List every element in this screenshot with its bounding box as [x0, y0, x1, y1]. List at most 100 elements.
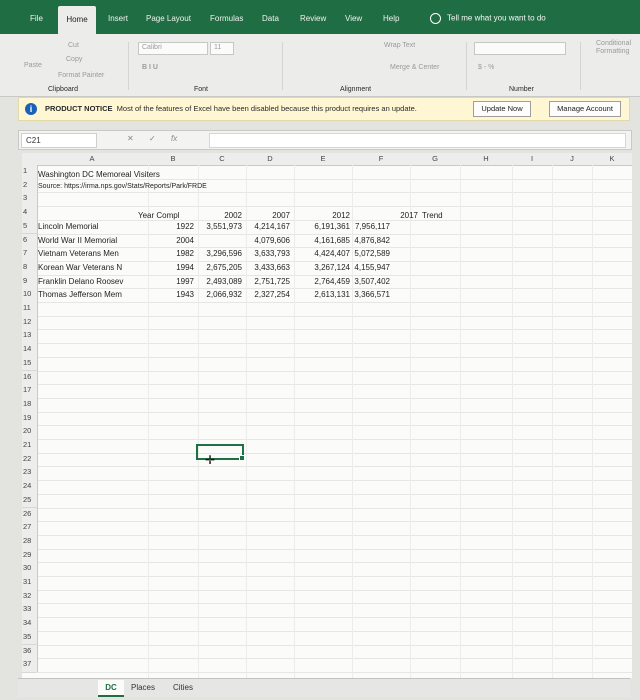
sheet-title-cell[interactable]: Washington DC Memoreal Visiters — [38, 169, 238, 180]
row-header[interactable]: 22 — [22, 452, 38, 468]
data-cell-y2002[interactable]: 2,675,205 — [198, 262, 242, 273]
format-painter-button[interactable]: Format Painter — [58, 72, 104, 79]
tab-page-layout[interactable]: Page Layout — [146, 14, 191, 23]
copy-button[interactable]: Copy — [66, 56, 82, 63]
row-header[interactable]: 9 — [22, 274, 38, 290]
data-cell-y2002[interactable]: 3,551,973 — [198, 221, 242, 232]
tab-view[interactable]: View — [345, 14, 362, 23]
data-cell-name[interactable]: World War II Memorial — [38, 235, 146, 246]
manage-account-button[interactable]: Manage Account — [549, 101, 621, 117]
sheet-tab-dc[interactable]: DC — [98, 680, 124, 697]
row-header[interactable]: 23 — [22, 466, 38, 482]
column-header[interactable]: K — [592, 153, 632, 166]
row-header[interactable]: 33 — [22, 603, 38, 619]
font-name-select[interactable]: Calibri — [138, 42, 208, 55]
column-header[interactable]: J — [552, 153, 593, 166]
data-cell-name[interactable]: Korean War Veterans N — [38, 262, 146, 273]
header-2012-cell[interactable]: 2012 — [294, 210, 350, 221]
cut-button[interactable]: Cut — [68, 42, 79, 49]
row-header[interactable]: 15 — [22, 356, 38, 372]
row-header[interactable]: 14 — [22, 343, 38, 358]
row-header[interactable]: 19 — [22, 411, 38, 427]
merge-center-button[interactable]: Merge & Center — [390, 64, 439, 71]
data-cell-year[interactable]: 1997 — [148, 276, 194, 287]
column-header[interactable]: I — [512, 153, 553, 166]
row-header[interactable]: 2 — [22, 178, 38, 194]
column-header[interactable]: A — [36, 153, 149, 166]
data-cell-y2012[interactable]: 3,267,124 — [294, 262, 350, 273]
column-header[interactable]: B — [148, 153, 199, 166]
column-header[interactable]: E — [294, 153, 353, 166]
row-header[interactable]: 18 — [22, 397, 38, 413]
row-header[interactable]: 5 — [22, 219, 38, 235]
data-cell-y2012[interactable]: 4,424,407 — [294, 248, 350, 259]
data-cell-year[interactable]: 1922 — [148, 221, 194, 232]
number-format-select[interactable] — [474, 42, 566, 55]
tab-insert[interactable]: Insert — [108, 14, 128, 23]
data-cell-y2002[interactable]: 3,296,596 — [198, 248, 242, 259]
tab-review[interactable]: Review — [300, 14, 326, 23]
row-header[interactable]: 13 — [22, 329, 38, 345]
tab-file[interactable]: File — [30, 14, 43, 23]
data-cell-y2007[interactable]: 3,433,663 — [246, 262, 290, 273]
column-header[interactable]: C — [198, 153, 247, 166]
tab-home[interactable]: Home — [58, 6, 96, 34]
row-header[interactable]: 17 — [22, 384, 38, 399]
row-header[interactable]: 7 — [22, 247, 38, 262]
data-cell-y2017[interactable]: 5,072,589 — [352, 248, 390, 259]
data-cell-y2012[interactable]: 2,764,459 — [294, 276, 350, 287]
enter-icon[interactable]: ✓ — [149, 134, 156, 143]
row-header[interactable]: 35 — [22, 630, 38, 646]
data-cell-y2017[interactable]: 3,507,402 — [352, 276, 390, 287]
row-header[interactable]: 32 — [22, 589, 38, 605]
row-header[interactable]: 10 — [22, 288, 38, 303]
row-header[interactable]: 16 — [22, 370, 38, 386]
header-year-cell[interactable]: Year Compl — [138, 210, 196, 221]
data-cell-y2017[interactable]: 4,155,947 — [352, 262, 390, 273]
row-header[interactable]: 37 — [22, 658, 38, 673]
source-cell[interactable]: Source: https://irma.nps.gov/Stats/Repor… — [38, 181, 278, 192]
wrap-text-button[interactable]: Wrap Text — [384, 42, 415, 49]
tab-formulas[interactable]: Formulas — [210, 14, 243, 23]
row-header[interactable]: 31 — [22, 576, 38, 591]
header-2007-cell[interactable]: 2007 — [246, 210, 290, 221]
active-cell-selection[interactable] — [196, 444, 245, 461]
formula-input[interactable] — [209, 133, 626, 148]
data-cell-name[interactable]: Vietnam Veterans Men — [38, 248, 146, 259]
column-header[interactable]: D — [246, 153, 295, 166]
tab-data[interactable]: Data — [262, 14, 279, 23]
data-cell-year[interactable]: 1943 — [148, 289, 194, 300]
data-cell-y2012[interactable]: 4,161,685 — [294, 235, 350, 246]
row-header[interactable]: 3 — [22, 192, 38, 208]
data-cell-y2007[interactable]: 4,079,606 — [246, 235, 290, 246]
data-cell-year[interactable]: 1994 — [148, 262, 194, 273]
insert-function-icon[interactable]: fx — [171, 134, 177, 143]
data-cell-y2007[interactable]: 2,327,254 — [246, 289, 290, 300]
spreadsheet-grid[interactable]: A B C D E F G H I J K 1 2 3 4 5 6 7 8 9 10 11 12 13 1… — [22, 153, 632, 678]
data-cell-y2017[interactable]: 4,876,842 — [352, 235, 390, 246]
row-header[interactable]: 34 — [22, 617, 38, 632]
data-cell-name[interactable]: Franklin Delano Roosev — [38, 276, 146, 287]
paste-button[interactable]: Paste — [24, 62, 42, 69]
row-header[interactable]: 1 — [22, 165, 38, 180]
data-cell-name[interactable]: Thomas Jefferson Mem — [38, 289, 146, 300]
sheet-tab-places[interactable]: Places — [126, 680, 160, 695]
header-2017-cell[interactable]: 2017 — [352, 210, 418, 221]
row-header[interactable]: 11 — [22, 302, 38, 317]
data-cell-y2007[interactable]: 2,751,725 — [246, 276, 290, 287]
column-header[interactable]: H — [460, 153, 513, 166]
row-header[interactable]: 12 — [22, 315, 38, 331]
data-cell-name[interactable]: Lincoln Memorial — [38, 221, 146, 232]
row-header[interactable]: 6 — [22, 233, 38, 249]
row-header[interactable]: 25 — [22, 493, 38, 509]
column-header[interactable]: F — [352, 153, 411, 166]
data-cell-y2007[interactable]: 3,633,793 — [246, 248, 290, 259]
header-2002-cell[interactable]: 2002 — [198, 210, 242, 221]
data-cell-y2017[interactable]: 3,366,571 — [352, 289, 390, 300]
tell-me-search[interactable]: Tell me what you want to do — [430, 13, 546, 24]
fill-handle[interactable] — [239, 455, 245, 461]
number-format-buttons[interactable]: $ - % — [478, 64, 494, 71]
row-header[interactable]: 28 — [22, 534, 38, 550]
bold-icon[interactable]: B I U — [142, 64, 158, 71]
font-size-select[interactable]: 11 — [210, 42, 234, 55]
